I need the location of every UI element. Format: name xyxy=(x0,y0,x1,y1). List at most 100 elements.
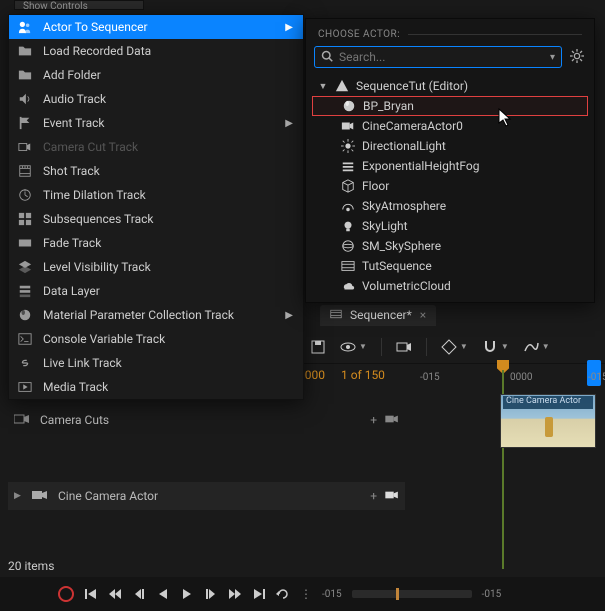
step-forward-button[interactable] xyxy=(228,587,242,601)
sphere-icon xyxy=(341,98,357,114)
menu-item-console-variable-track[interactable]: Console Variable Track xyxy=(9,327,303,351)
play-button[interactable] xyxy=(180,587,194,601)
menu-item-material-parameter-collection-track[interactable]: Material Parameter Collection Track ▶ xyxy=(9,303,303,327)
seq-icon xyxy=(340,258,356,274)
gear-icon[interactable] xyxy=(568,49,586,66)
add-section-button[interactable]: + xyxy=(370,413,377,427)
visibility-button[interactable]: ▼ xyxy=(340,339,367,355)
actor-item-bp-bryan[interactable]: BP_Bryan xyxy=(312,96,588,116)
actor-search-box[interactable]: ▾ xyxy=(314,46,562,68)
actor-item-cinecameraactor0[interactable]: CineCameraActor0 xyxy=(312,116,588,136)
film-icon xyxy=(17,163,33,179)
go-to-end-button[interactable] xyxy=(252,587,266,601)
user-icon xyxy=(17,19,33,35)
transport-options-icon[interactable]: ⋮ xyxy=(300,587,312,601)
atmo-icon xyxy=(340,198,356,214)
actor-search-input[interactable] xyxy=(339,50,544,64)
frame-info: 0000 1 of 150 xyxy=(298,368,385,382)
keyframe-button[interactable]: ▼ xyxy=(441,339,468,355)
menu-item-media-track[interactable]: Media Track xyxy=(9,375,303,399)
sphere2-icon xyxy=(340,238,356,254)
expand-icon[interactable]: ▼ xyxy=(318,81,328,92)
actor-item-volumetriccloud[interactable]: VolumetricCloud xyxy=(312,276,588,296)
menu-item-subsequences-track[interactable]: Subsequences Track xyxy=(9,207,303,231)
close-icon[interactable]: × xyxy=(420,308,426,322)
record-button[interactable] xyxy=(58,586,74,602)
menu-item-audio-track[interactable]: Audio Track xyxy=(9,87,303,111)
cube-icon xyxy=(340,178,356,194)
actor-label: SM_SkySphere xyxy=(362,239,441,253)
menu-item-label: Material Parameter Collection Track xyxy=(43,308,275,322)
camera-cuts-icon xyxy=(14,413,32,428)
sun-icon xyxy=(340,138,356,154)
show-controls-button[interactable]: Show Controls xyxy=(14,0,144,10)
track-label: Cine Camera Actor xyxy=(58,489,362,503)
menu-item-label: Event Track xyxy=(43,116,275,130)
save-button[interactable] xyxy=(310,339,326,355)
track-row-camera-cuts[interactable]: Camera Cuts + xyxy=(8,400,405,440)
frame-range: 1 of 150 xyxy=(341,368,385,382)
actor-item-skylight[interactable]: SkyLight xyxy=(312,216,588,236)
step-back-button[interactable] xyxy=(108,587,122,601)
camera-icon xyxy=(340,118,356,134)
play-reverse-button[interactable] xyxy=(156,587,170,601)
add-track-context-menu: Actor To Sequencer ▶ Load Recorded Data … xyxy=(8,14,304,400)
tree-root[interactable]: ▼ SequenceTut (Editor) xyxy=(312,76,588,96)
search-dropdown-caret[interactable]: ▾ xyxy=(550,52,555,63)
fog-icon xyxy=(340,158,356,174)
actor-item-sm-skysphere[interactable]: SM_SkySphere xyxy=(312,236,588,256)
menu-item-load-recorded-data[interactable]: Load Recorded Data xyxy=(9,39,303,63)
data-icon xyxy=(17,283,33,299)
clock-icon xyxy=(17,187,33,203)
sequencer-toolbar: ▼ ▼ ▼ ▼ xyxy=(300,330,605,364)
menu-item-event-track[interactable]: Event Track ▶ xyxy=(9,111,303,135)
menu-item-time-dilation-track[interactable]: Time Dilation Track xyxy=(9,183,303,207)
frame-forward-button[interactable] xyxy=(204,587,218,601)
media-icon xyxy=(17,379,33,395)
actor-label: TutSequence xyxy=(362,259,432,273)
tick-label: -015 xyxy=(420,372,440,383)
menu-item-label: Shot Track xyxy=(43,164,293,178)
loop-button[interactable] xyxy=(276,587,290,601)
camera-button[interactable] xyxy=(396,339,412,355)
tick-label: 0000 xyxy=(510,372,532,383)
cloud-icon xyxy=(340,278,356,294)
scrub-bar[interactable] xyxy=(352,590,472,598)
actor-item-directionallight[interactable]: DirectionalLight xyxy=(312,136,588,156)
menu-item-shot-track[interactable]: Shot Track xyxy=(9,159,303,183)
actor-label: SkyLight xyxy=(362,219,408,233)
frame-back-button[interactable] xyxy=(132,587,146,601)
menu-item-add-folder[interactable]: Add Folder xyxy=(9,63,303,87)
boxes-icon xyxy=(17,211,33,227)
snap-button[interactable]: ▼ xyxy=(482,339,509,355)
items-count: 20 items xyxy=(8,559,54,573)
track-row-cine-camera[interactable]: ▶ Cine Camera Actor + xyxy=(8,482,405,510)
flag-icon xyxy=(17,115,33,131)
console-icon xyxy=(17,331,33,347)
expand-icon[interactable]: ▶ xyxy=(14,491,24,501)
menu-item-actor-to-sequencer[interactable]: Actor To Sequencer ▶ xyxy=(9,15,303,39)
actor-item-tutsequence[interactable]: TutSequence xyxy=(312,256,588,276)
actor-item-skyatmosphere[interactable]: SkyAtmosphere xyxy=(312,196,588,216)
camera-lock-button[interactable] xyxy=(385,413,399,427)
add-section-button[interactable]: + xyxy=(370,489,377,503)
material-icon xyxy=(17,307,33,323)
curve-button[interactable]: ▼ xyxy=(523,339,550,355)
actor-item-floor[interactable]: Floor xyxy=(312,176,588,196)
menu-item-fade-track[interactable]: Fade Track xyxy=(9,231,303,255)
menu-item-label: Actor To Sequencer xyxy=(43,20,275,34)
search-icon xyxy=(321,50,333,65)
actor-label: DirectionalLight xyxy=(362,139,446,153)
tree-root-label: SequenceTut (Editor) xyxy=(356,79,468,93)
actor-item-exponentialheightfog[interactable]: ExponentialHeightFog xyxy=(312,156,588,176)
layers-icon xyxy=(17,259,33,275)
menu-item-live-link-track[interactable]: Live Link Track xyxy=(9,351,303,375)
menu-item-level-visibility-track[interactable]: Level Visibility Track xyxy=(9,255,303,279)
sequencer-tab[interactable]: Sequencer* × xyxy=(320,305,436,326)
camera-cut-thumbnail[interactable]: Cine Camera Actor xyxy=(500,394,596,448)
go-to-start-button[interactable] xyxy=(84,587,98,601)
camera-lock-button[interactable] xyxy=(385,489,399,503)
actor-label: CineCameraActor0 xyxy=(362,119,463,133)
menu-item-data-layer[interactable]: Data Layer xyxy=(9,279,303,303)
fade-icon xyxy=(17,235,33,251)
